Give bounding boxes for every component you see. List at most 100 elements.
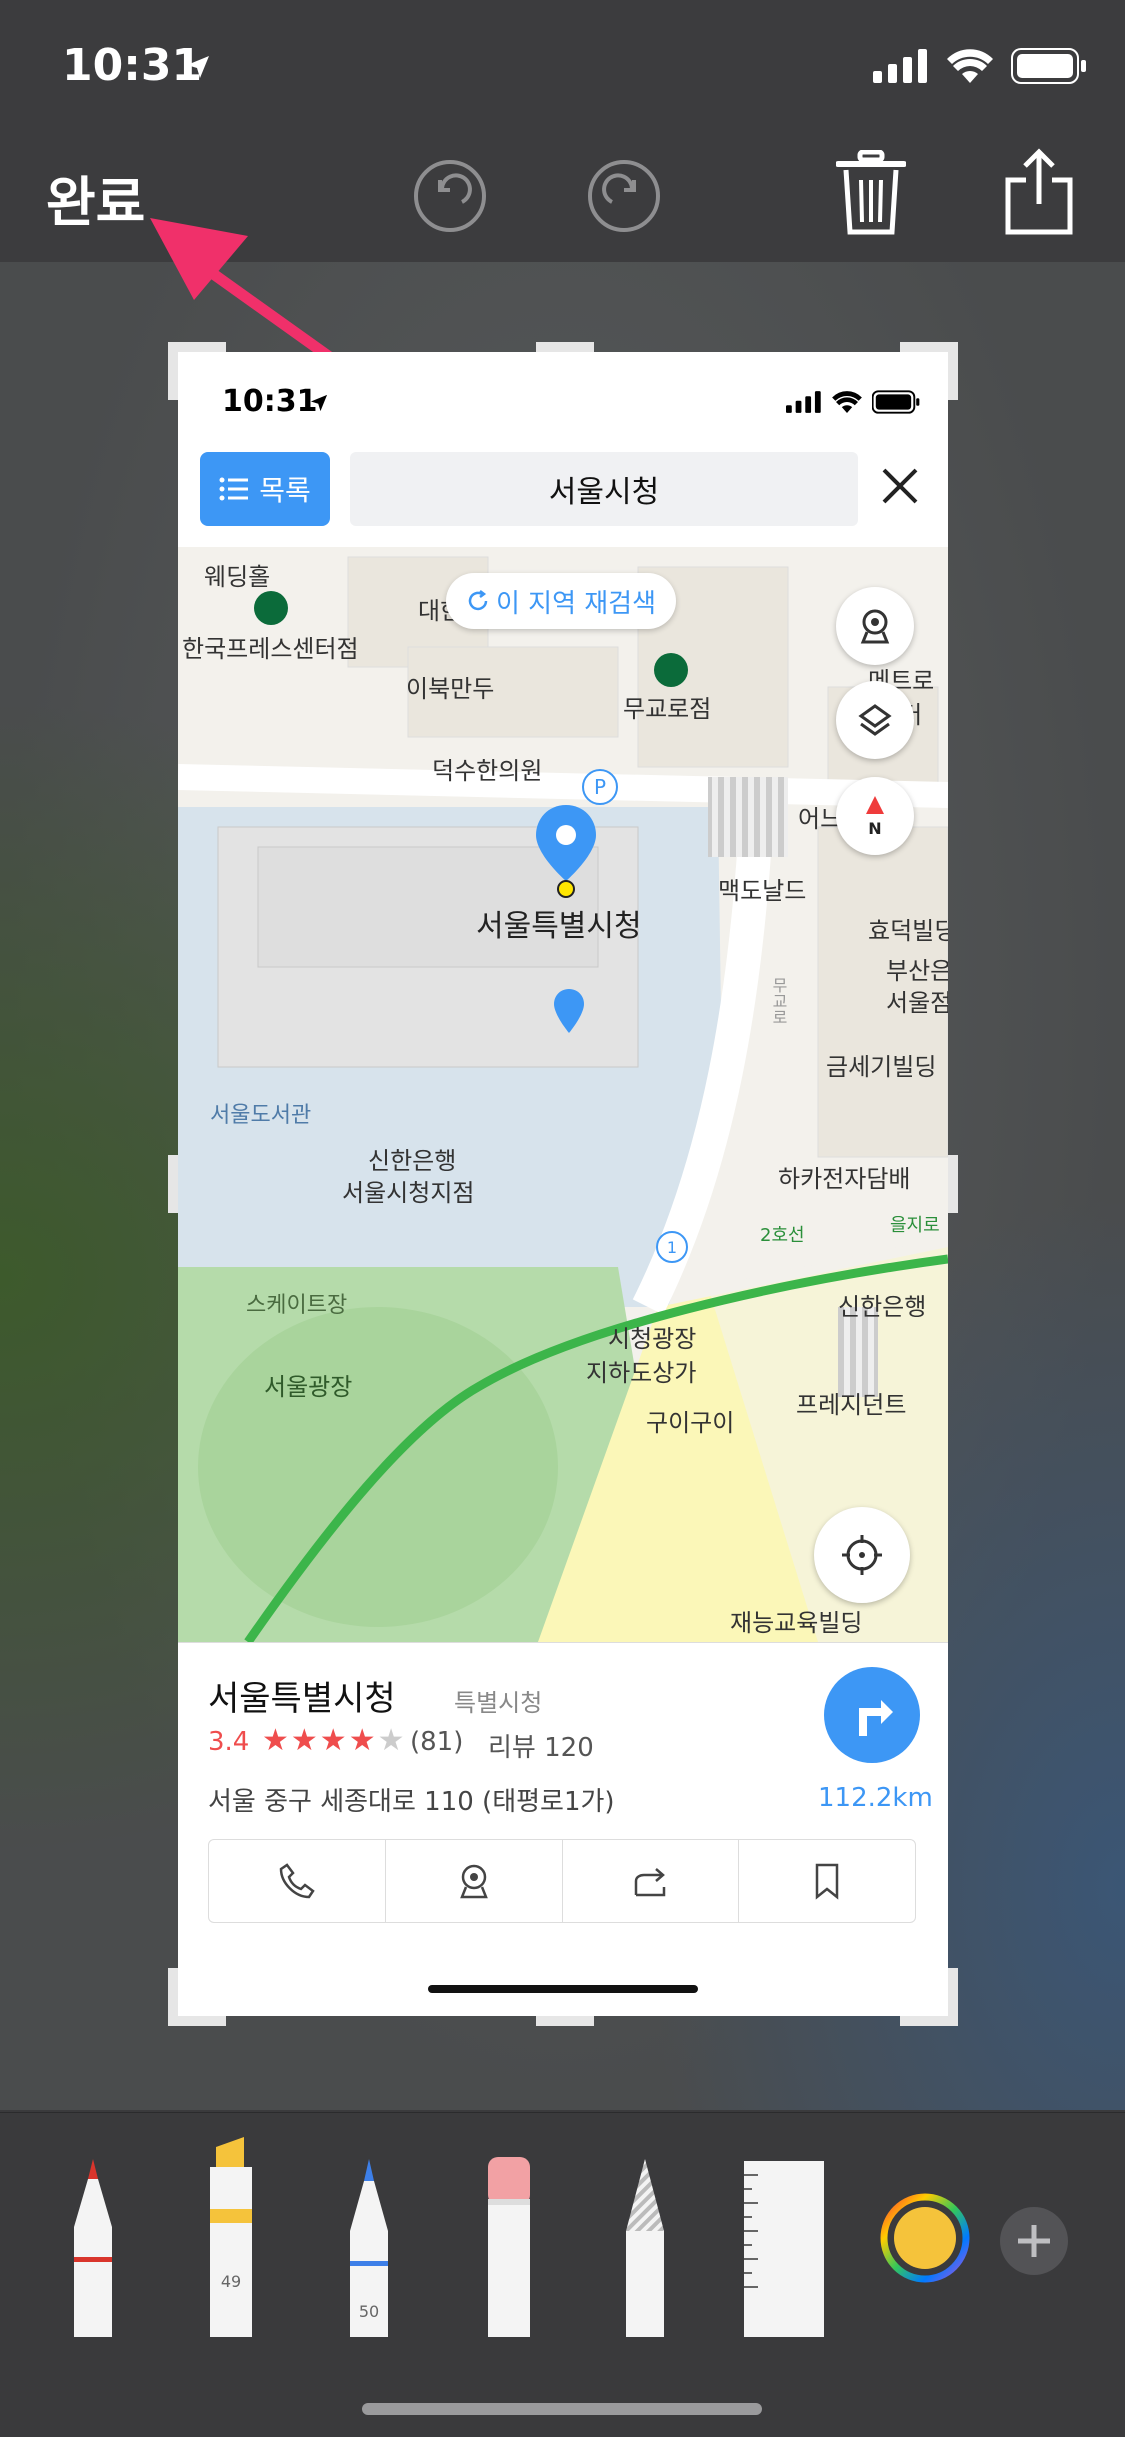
- place-info-card[interactable]: 서울특별시청 특별시청 3.4 ★★★★★ (81) 리뷰 120 서울 중구 …: [178, 1642, 948, 2016]
- compass-button[interactable]: N: [836, 777, 914, 855]
- layers-icon: [858, 704, 892, 736]
- current-location-button[interactable]: [814, 1507, 910, 1603]
- crop-handle[interactable]: [168, 1155, 178, 1213]
- place-category: 특별시청: [454, 1689, 543, 1717]
- research-area-button[interactable]: 이 지역 재검색: [446, 573, 676, 629]
- map-label: 맥도날드: [718, 877, 807, 905]
- color-picker-icon[interactable]: [880, 2193, 970, 2283]
- screenshot-status-icons: [786, 390, 920, 414]
- map-label: 덕수한의원: [432, 757, 543, 785]
- map-label: 금세기빌딩: [826, 1053, 937, 1081]
- map-label: 신한은행: [838, 1293, 927, 1321]
- place-address: 서울 중구 세종대로 110 (태평로1가): [208, 1787, 615, 1817]
- map-label: 효덕빌딩: [868, 917, 948, 945]
- screenshot-preview: 10:31 목록 서울시청 웨딩홀 한국프레스센터점 대한 이북만두 무교로점 …: [178, 352, 948, 2016]
- markup-toolbar: 49 50: [0, 2112, 1125, 2437]
- pencil-size: 50: [359, 2302, 379, 2321]
- rating-value: 3.4: [208, 1727, 250, 1757]
- close-icon[interactable]: [880, 466, 920, 506]
- share-action-button[interactable]: [563, 1840, 740, 1922]
- map-label: 웨딩홀: [204, 563, 271, 591]
- map-label: 부산은행: [886, 957, 948, 985]
- highlighter-size: 49: [221, 2272, 241, 2291]
- map-label: 무교로점: [623, 695, 712, 723]
- home-indicator: [362, 2403, 762, 2415]
- ruler-tool-icon[interactable]: [744, 2161, 824, 2337]
- crop-handle[interactable]: [168, 1968, 178, 2026]
- map-label: 재능교육빌딩: [730, 1609, 863, 1637]
- directions-button[interactable]: [824, 1667, 920, 1763]
- map-label: 시청광장: [608, 1325, 697, 1353]
- map-label: 서울시청지점: [342, 1179, 475, 1207]
- refresh-icon: [468, 590, 488, 611]
- crop-handle[interactable]: [536, 342, 594, 352]
- parking-icon[interactable]: P: [582, 769, 618, 805]
- map-label: 을지로: [890, 1215, 940, 1236]
- research-label: 이 지역 재검색: [495, 588, 657, 619]
- map-label: 지하도상가: [586, 1359, 697, 1387]
- highlighter-tool-icon[interactable]: 49: [204, 2137, 258, 2337]
- parking-label: P: [593, 775, 607, 799]
- crop-handle[interactable]: [948, 342, 958, 400]
- call-button[interactable]: [209, 1840, 386, 1922]
- pencil-tool-icon[interactable]: 50: [342, 2157, 396, 2337]
- annotation-arrow: [150, 218, 351, 374]
- street-view-action-button[interactable]: [386, 1840, 563, 1922]
- crosshair-icon: [842, 1535, 882, 1575]
- crop-handle[interactable]: [948, 1968, 958, 2026]
- subway-exit-icon[interactable]: 1: [656, 1231, 688, 1263]
- street-view-icon: [459, 1864, 488, 1899]
- layers-button[interactable]: [836, 681, 914, 759]
- map-base: [178, 547, 948, 1642]
- action-buttons: [208, 1839, 916, 1923]
- map-label: 서울도서관: [210, 1103, 312, 1128]
- screenshot-status-time: 10:31: [222, 384, 318, 419]
- map-label: 신한은행: [368, 1147, 457, 1175]
- eraser-tool-icon[interactable]: [482, 2157, 536, 2337]
- list-button-label: 목록: [259, 474, 311, 507]
- starbucks-icon: [654, 653, 688, 687]
- map-label: 한국프레스센터점: [182, 635, 359, 663]
- add-icon[interactable]: [998, 2205, 1070, 2277]
- screenshot-home-indicator: [428, 1985, 698, 1993]
- signal-icon: [786, 391, 821, 413]
- distance-label: 112.2km: [818, 1783, 933, 1813]
- location-pin-small-icon[interactable]: [552, 987, 586, 1037]
- map-label-line2: 2호선: [760, 1225, 805, 1246]
- directions-icon: [859, 1700, 893, 1736]
- street-view-button[interactable]: [836, 587, 914, 665]
- map-view[interactable]: 웨딩홀 한국프레스센터점 대한 이북만두 무교로점 메트로 센터 덕수한의원 어…: [178, 547, 948, 1642]
- crop-handle[interactable]: [168, 342, 178, 400]
- map-label: 프레지던트: [796, 1391, 907, 1419]
- starbucks-icon: [254, 591, 288, 625]
- wifi-icon: [832, 391, 862, 413]
- location-pin-icon[interactable]: [534, 803, 598, 899]
- rating-count: (81): [410, 1727, 464, 1757]
- crop-handle[interactable]: [536, 2016, 594, 2026]
- map-label: 이북만두: [406, 675, 495, 703]
- pen-tool-icon[interactable]: [66, 2157, 120, 2337]
- review-count[interactable]: 리뷰 120: [488, 1727, 594, 1764]
- svg-text:N: N: [868, 819, 881, 838]
- crop-handle[interactable]: [948, 1155, 958, 1213]
- list-icon: [219, 477, 249, 501]
- search-text: 서울시청: [548, 475, 660, 510]
- search-field[interactable]: 서울시청: [350, 452, 858, 526]
- map-label: 서울광장: [264, 1373, 353, 1401]
- location-arrow-icon: [310, 394, 328, 412]
- bookmark-icon: [815, 1863, 839, 1900]
- place-name: 서울특별시청: [208, 1679, 396, 1719]
- map-label: 구이구이: [646, 1409, 735, 1437]
- bookmark-button[interactable]: [739, 1840, 915, 1922]
- phone-icon: [279, 1863, 315, 1899]
- rating-stars: ★★★★★: [262, 1723, 407, 1758]
- map-label-city-hall: 서울특별시청: [476, 909, 642, 944]
- map-label-road: 무교로: [769, 977, 788, 1025]
- subway-exit-label: 1: [666, 1237, 678, 1257]
- share-arrow-icon: [635, 1868, 666, 1897]
- list-button[interactable]: 목록: [200, 452, 330, 526]
- lasso-tool-icon[interactable]: [618, 2157, 672, 2337]
- map-label: 서울점: [886, 989, 948, 1017]
- street-view-icon: [860, 609, 890, 644]
- map-label: 스케이트장: [246, 1293, 348, 1318]
